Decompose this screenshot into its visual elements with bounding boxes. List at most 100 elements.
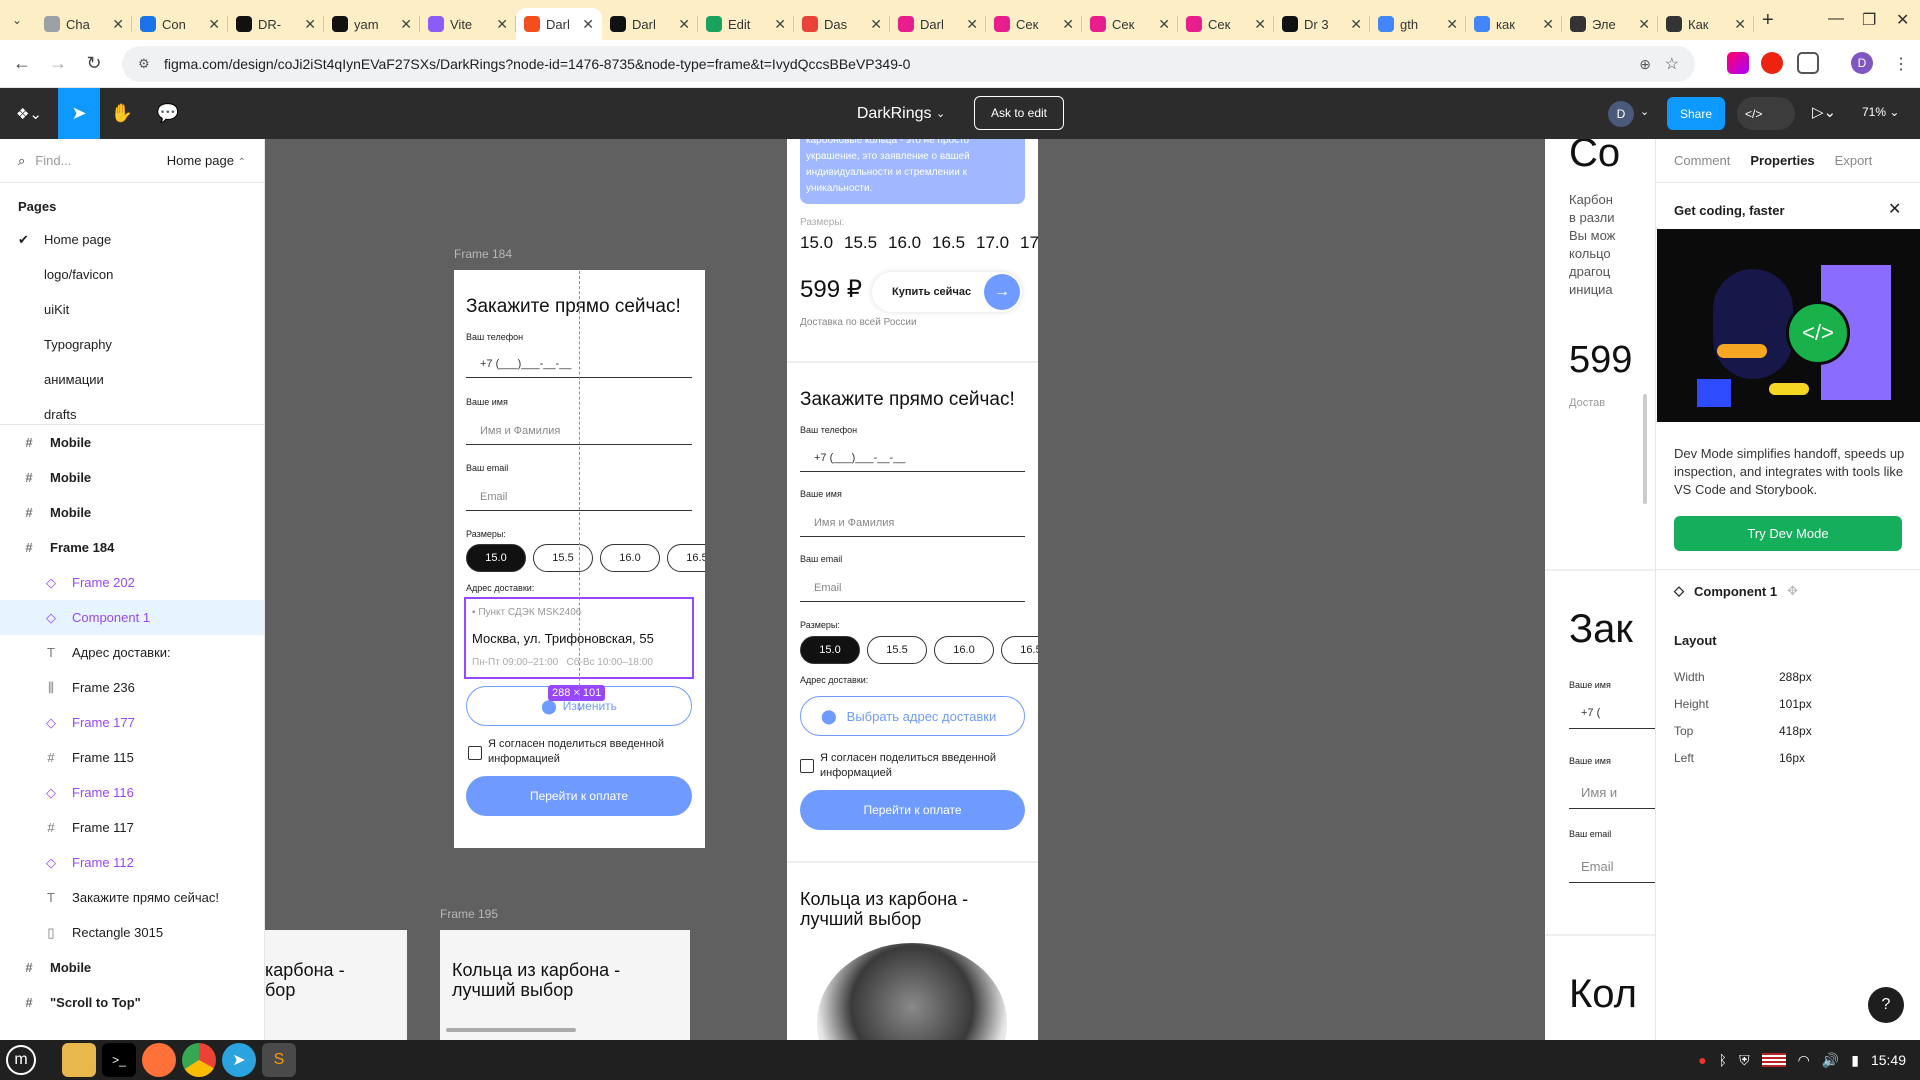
panel-tab[interactable]: Export: [1835, 153, 1873, 168]
size-chip[interactable]: 15.5: [867, 636, 927, 664]
layer-row[interactable]: # Mobile: [0, 460, 264, 495]
choose-address-button[interactable]: ⬤ Выбрать адрес доставки: [800, 696, 1025, 736]
tab-close-icon[interactable]: ✕: [1446, 16, 1458, 33]
size-chip[interactable]: 16.5: [667, 544, 705, 572]
layer-row[interactable]: # Mobile: [0, 425, 264, 460]
tab-close-icon[interactable]: ✕: [1734, 16, 1746, 33]
move-tool-icon[interactable]: ➤: [58, 88, 100, 139]
tab-close-icon[interactable]: ✕: [1542, 16, 1554, 33]
wifi-icon[interactable]: ◠: [1798, 1052, 1810, 1069]
volume-icon[interactable]: 🔊: [1822, 1052, 1839, 1069]
avatar-chevron-icon[interactable]: ⌄: [1640, 105, 1649, 118]
component-link-icon[interactable]: ✥: [1787, 583, 1798, 599]
tab-close-icon[interactable]: ✕: [1350, 16, 1362, 33]
tab-close-icon[interactable]: ✕: [1158, 16, 1170, 33]
page-switcher[interactable]: Home page ⌃: [167, 153, 246, 168]
browser-tab[interactable]: Darl ✕: [602, 8, 698, 40]
frame-195-label[interactable]: Frame 195: [440, 907, 498, 921]
zoom-level[interactable]: 71% ⌄: [1862, 105, 1899, 119]
zoom-icon[interactable]: ⊕: [1639, 56, 1651, 73]
hand-tool-icon[interactable]: ✋: [100, 88, 144, 139]
browser-tab[interactable]: как ✕: [1466, 8, 1562, 40]
tab-close-icon[interactable]: ✕: [870, 16, 882, 33]
layout-value[interactable]: 288px: [1779, 670, 1812, 684]
extensions-puzzle-icon[interactable]: [1797, 52, 1819, 74]
layer-row[interactable]: # "Scroll to Top": [0, 985, 264, 1020]
size-chip[interactable]: 16.0: [934, 636, 994, 664]
clock[interactable]: 15:49: [1871, 1052, 1906, 1068]
try-dev-mode-button[interactable]: Try Dev Mode: [1674, 516, 1902, 551]
layer-row[interactable]: # Mobile: [0, 950, 264, 985]
size-option[interactable]: 17.0: [976, 233, 1009, 253]
help-button[interactable]: ?: [1868, 987, 1904, 1023]
layer-row[interactable]: ◇ Frame 177: [0, 705, 264, 740]
extension-icon-gradient[interactable]: [1727, 52, 1749, 74]
tab-close-icon[interactable]: ✕: [966, 16, 978, 33]
page-item[interactable]: анимации: [0, 362, 264, 397]
size-chip[interactable]: 15.0: [800, 636, 860, 664]
mid-pay-button[interactable]: Перейти к оплате: [800, 790, 1025, 830]
tab-close-icon[interactable]: ✕: [774, 16, 786, 33]
panel-tab[interactable]: Comment: [1674, 153, 1730, 168]
layer-row[interactable]: ◇ Frame 202: [0, 565, 264, 600]
browser-tab[interactable]: Darl ✕: [516, 8, 602, 40]
size-option[interactable]: 16.5: [932, 233, 965, 253]
browser-tab[interactable]: Эле ✕: [1562, 8, 1658, 40]
start-menu-icon[interactable]: m: [6, 1045, 36, 1075]
back-icon[interactable]: ←: [8, 50, 36, 78]
browser-tab[interactable]: Сек ✕: [1178, 8, 1274, 40]
user-avatar[interactable]: D: [1608, 101, 1634, 127]
layer-row[interactable]: T Закажите прямо сейчас!: [0, 880, 264, 915]
size-option[interactable]: 17: [1020, 233, 1038, 253]
layer-row[interactable]: ◇ Component 1: [0, 600, 264, 635]
tab-close-icon[interactable]: ✕: [400, 16, 412, 33]
layer-row[interactable]: # Frame 184: [0, 530, 264, 565]
layout-value[interactable]: 16px: [1779, 751, 1805, 765]
shield-icon[interactable]: ⛨: [1739, 1052, 1750, 1069]
layer-row[interactable]: ▯ Rectangle 3015: [0, 915, 264, 950]
lang-flag-icon[interactable]: [1761, 1053, 1786, 1067]
browser-tab[interactable]: Cha ✕: [36, 8, 132, 40]
file-name-menu[interactable]: DarkRings ⌄: [846, 88, 956, 139]
buy-now-button[interactable]: Купить сейчас →: [872, 272, 1022, 312]
browser-tab[interactable]: Das ✕: [794, 8, 890, 40]
browser-tab[interactable]: Con ✕: [132, 8, 228, 40]
forward-icon[interactable]: →: [44, 50, 72, 78]
close-promo-icon[interactable]: ✕: [1888, 199, 1901, 219]
page-item[interactable]: ✔ Home page: [0, 222, 264, 257]
layer-row[interactable]: ◇ Frame 112: [0, 845, 264, 880]
tab-close-icon[interactable]: ✕: [112, 16, 124, 33]
ask-to-edit-button[interactable]: Ask to edit: [974, 96, 1064, 130]
size-option[interactable]: 16.0: [888, 233, 921, 253]
size-chip[interactable]: 15.0: [466, 544, 526, 572]
size-option[interactable]: 15.5: [844, 233, 877, 253]
frame-195[interactable]: Кольца из карбона - лучший выбор: [440, 930, 690, 1040]
mid-phone-field[interactable]: +7 (___)___-__-__: [800, 442, 1025, 472]
close-window-icon[interactable]: ✕: [1896, 10, 1909, 30]
cropped-frame-right[interactable]: Co Карбон в разли Вы мож кольцо драгоц инициа…: [1545, 139, 1655, 1040]
cropped-frame-left[interactable]: карбона - бор: [265, 930, 407, 1040]
right-phone-field[interactable]: +7 (: [1569, 697, 1655, 729]
tab-close-icon[interactable]: ✕: [496, 16, 508, 33]
bluetooth-icon[interactable]: ᛒ: [1719, 1052, 1727, 1068]
layer-row[interactable]: # Mobile: [0, 495, 264, 530]
battery-icon[interactable]: ▮: [1851, 1052, 1859, 1069]
tab-close-icon[interactable]: ✕: [208, 16, 220, 33]
browser-tab[interactable]: yam ✕: [324, 8, 420, 40]
scrollbar[interactable]: [446, 1028, 576, 1032]
terminal-icon[interactable]: >_: [102, 1043, 136, 1077]
tab-close-icon[interactable]: ✕: [678, 16, 690, 33]
size-chip[interactable]: 16.5: [1001, 636, 1038, 664]
design-canvas[interactable]: Frame 184 Закажите прямо сейчас! Ваш тел…: [265, 139, 1655, 1040]
right-email-field[interactable]: Email: [1569, 847, 1655, 883]
layer-row[interactable]: # Frame 115: [0, 740, 264, 775]
layer-search[interactable]: ⌕ Find... Home page ⌃: [0, 139, 264, 183]
layer-row[interactable]: T Адрес доставки:: [0, 635, 264, 670]
mobile-frame-middle[interactable]: карбоновые кольца - это не просто украше…: [787, 139, 1038, 1040]
tab-close-icon[interactable]: ✕: [1638, 16, 1650, 33]
frame-184-label[interactable]: Frame 184: [454, 247, 512, 261]
chrome-icon[interactable]: [182, 1043, 216, 1077]
url-bar[interactable]: ⚙ figma.com/design/coJi2iSt4qIynEVaF27SX…: [122, 46, 1695, 82]
figma-main-menu-icon[interactable]: ❖⌄: [8, 88, 50, 139]
size-option[interactable]: 15.0: [800, 233, 833, 253]
